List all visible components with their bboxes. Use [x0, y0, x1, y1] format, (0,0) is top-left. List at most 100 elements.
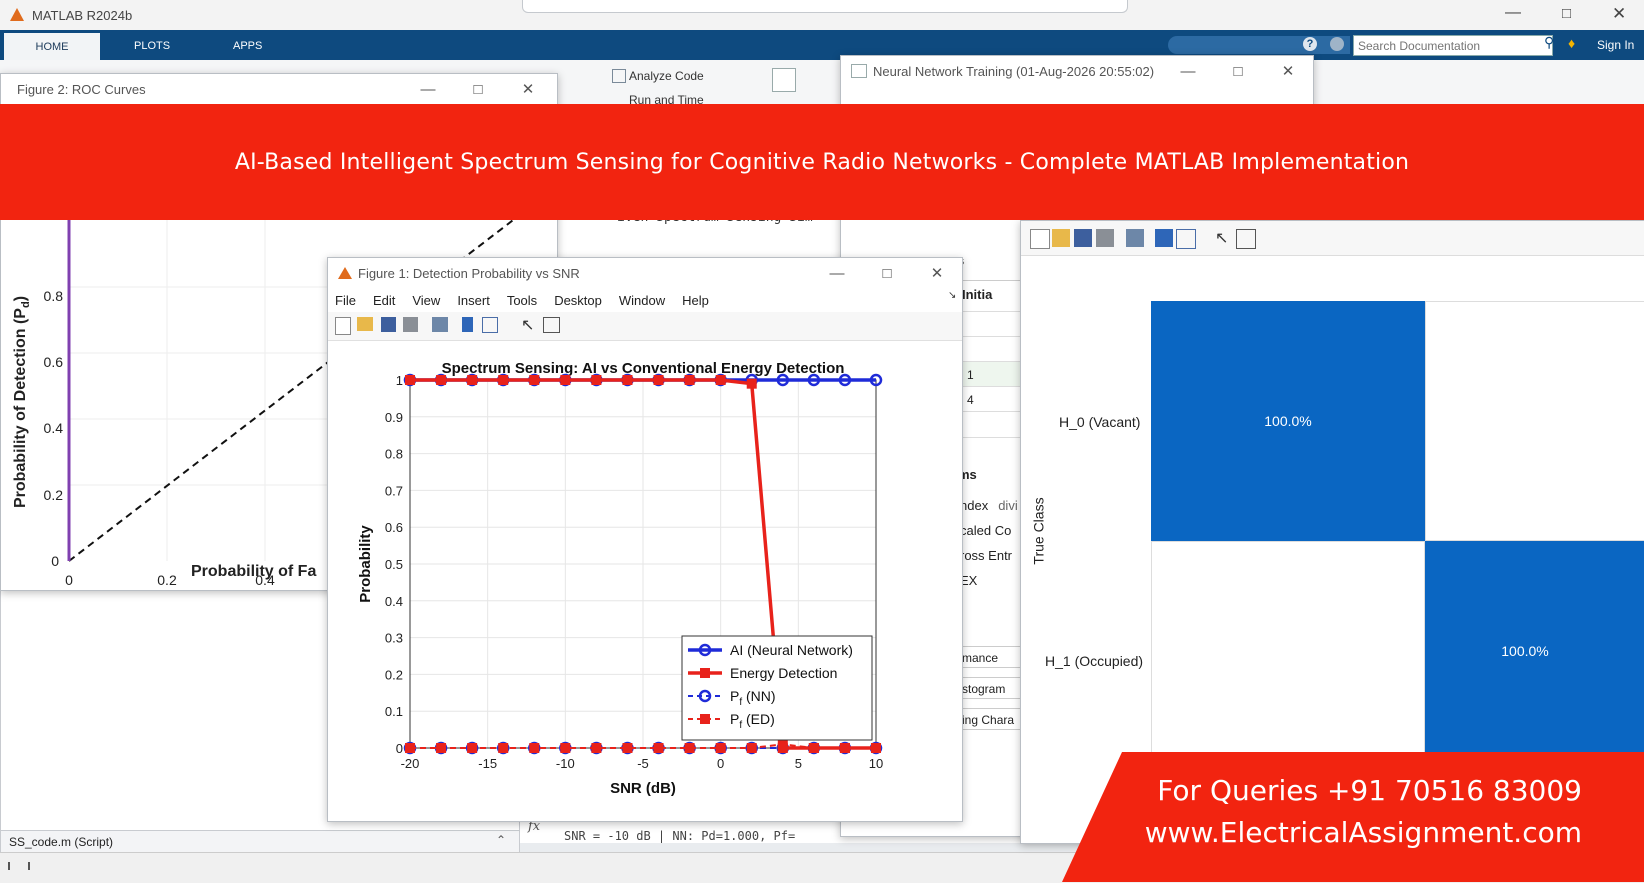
sign-in-link[interactable]: Sign In [1597, 38, 1634, 52]
data-point [529, 375, 540, 385]
data-point [715, 375, 726, 385]
menu-desktop[interactable]: Desktop [554, 293, 602, 308]
dock-arrow-icon[interactable]: ↘ [948, 290, 956, 301]
pointer-icon[interactable]: ↖ [521, 315, 534, 335]
print-icon[interactable] [1096, 229, 1114, 247]
menu-tools[interactable]: Tools [507, 293, 537, 308]
search-icon[interactable]: ⚲ [1544, 34, 1554, 51]
data-point [622, 743, 633, 753]
y-tick-label: 0.9 [385, 410, 403, 425]
data-point [591, 375, 602, 385]
property-editor-icon[interactable] [543, 317, 560, 333]
figure1-menubar: File Edit View Insert Tools Desktop Wind… [328, 288, 962, 312]
print-icon[interactable] [403, 317, 418, 332]
data-point [653, 743, 664, 753]
figure1-titlebar: Figure 1: Detection Probability vs SNR —… [328, 258, 962, 288]
colorbar-icon[interactable] [462, 317, 473, 332]
data-point [871, 743, 881, 753]
script-tab[interactable]: SS_code.m (Script) ⌃ [0, 830, 520, 854]
data-point [498, 375, 509, 385]
run-section-icon[interactable] [772, 68, 796, 92]
matlab-titlebar: MATLAB R2024b — □ ✕ [0, 0, 1644, 30]
data-point [777, 743, 788, 753]
data-point [622, 375, 633, 385]
roc-window-title: Figure 2: ROC Curves [17, 81, 146, 97]
data-point [436, 743, 447, 753]
menu-help[interactable]: Help [682, 293, 709, 308]
open-file-icon[interactable] [1052, 229, 1070, 247]
figure1-maximize-button[interactable]: □ [862, 258, 912, 288]
matrix-cell-h1-h1: 100.0% [1425, 541, 1644, 781]
new-figure-icon[interactable] [1030, 229, 1050, 249]
x-tick-label: 5 [795, 756, 802, 771]
help-icon[interactable]: ? [1303, 37, 1317, 51]
roc-xtick-0: 0 [65, 572, 73, 588]
roc-xtick-1: 0.2 [157, 572, 177, 588]
roc-maximize-button[interactable]: □ [453, 74, 503, 104]
nn-close-button[interactable]: ✕ [1263, 56, 1313, 86]
open-file-icon[interactable] [357, 317, 373, 331]
figure1-minimize-button[interactable]: — [812, 258, 862, 288]
analyze-code-icon [612, 69, 626, 83]
pointer-icon[interactable]: ↖ [1215, 228, 1228, 248]
link-icon[interactable] [432, 317, 448, 332]
colorbar-icon[interactable] [1155, 229, 1173, 247]
link-icon[interactable] [1126, 229, 1144, 247]
data-point [405, 743, 415, 753]
menu-file[interactable]: File [335, 293, 356, 308]
menu-edit[interactable]: Edit [373, 293, 395, 308]
script-label: SS_code.m (Script) [9, 835, 114, 849]
data-point [684, 375, 695, 385]
menu-window[interactable]: Window [619, 293, 665, 308]
y-tick-label: 0.7 [385, 483, 403, 498]
roc-minimize-button[interactable]: — [403, 74, 453, 104]
data-point [684, 743, 695, 753]
legend-marker [700, 714, 710, 724]
new-figure-icon[interactable] [335, 317, 351, 335]
y-tick-label: 0.4 [385, 594, 403, 609]
save-icon[interactable] [1074, 229, 1092, 247]
nn-maximize-button[interactable]: □ [1213, 56, 1263, 86]
nn-window-titlebar: Neural Network Training (01-Aug-2026 20:… [841, 56, 1313, 86]
nn-app-icon [851, 64, 867, 78]
matlab-logo-icon [10, 8, 24, 21]
collapse-icon[interactable]: ⌃ [496, 833, 506, 847]
notification-bell-icon[interactable]: ♦ [1568, 35, 1575, 51]
menu-insert[interactable]: Insert [457, 293, 490, 308]
y-tick-label: 0.1 [385, 704, 403, 719]
legend-marker [700, 668, 710, 678]
x-tick-label: -20 [401, 756, 420, 771]
data-point [405, 375, 415, 385]
y-tick-label: 0.8 [385, 447, 403, 462]
toolstrip-tabbar: HOME PLOTS APPS ? ⚲ ♦ Sign In [0, 30, 1644, 60]
data-point [529, 743, 540, 753]
analyze-code-button[interactable]: Analyze Code [629, 69, 704, 83]
close-button[interactable]: ✕ [1612, 4, 1626, 24]
tab-apps[interactable]: APPS [233, 40, 262, 52]
save-icon[interactable] [381, 317, 396, 332]
legend-icon[interactable] [1176, 229, 1196, 249]
data-point [467, 375, 478, 385]
menu-view[interactable]: View [412, 293, 440, 308]
minimize-button[interactable]: — [1505, 4, 1521, 22]
maximize-button[interactable]: □ [1562, 5, 1571, 22]
settings-icon[interactable] [1330, 37, 1344, 51]
row-label-h0: H_0 (Vacant) [1059, 414, 1141, 430]
y-tick-label: 0.3 [385, 631, 403, 646]
search-documentation-input[interactable] [1353, 35, 1553, 56]
property-editor-icon[interactable] [1236, 229, 1256, 249]
figure1-close-button[interactable]: ✕ [912, 258, 962, 288]
tab-home[interactable]: HOME [4, 33, 100, 60]
promo-website[interactable]: www.ElectricalAssignment.com [1145, 816, 1582, 849]
tab-plots[interactable]: PLOTS [134, 40, 170, 52]
data-point [467, 743, 478, 753]
nn-minimize-button[interactable]: — [1163, 56, 1213, 86]
roc-xlabel: Probability of Fa [191, 563, 317, 580]
algorithm-row: ndex divi [960, 498, 1018, 513]
data-point [746, 743, 757, 753]
row-label-h1: H_1 (Occupied) [1045, 653, 1144, 669]
legend-icon[interactable] [482, 317, 498, 333]
confusion-ylabel: True Class [1030, 497, 1047, 565]
command-output: SNR = -10 dB | NN: Pd=1.000, Pf= [564, 829, 796, 843]
roc-close-button[interactable]: ✕ [503, 74, 553, 104]
